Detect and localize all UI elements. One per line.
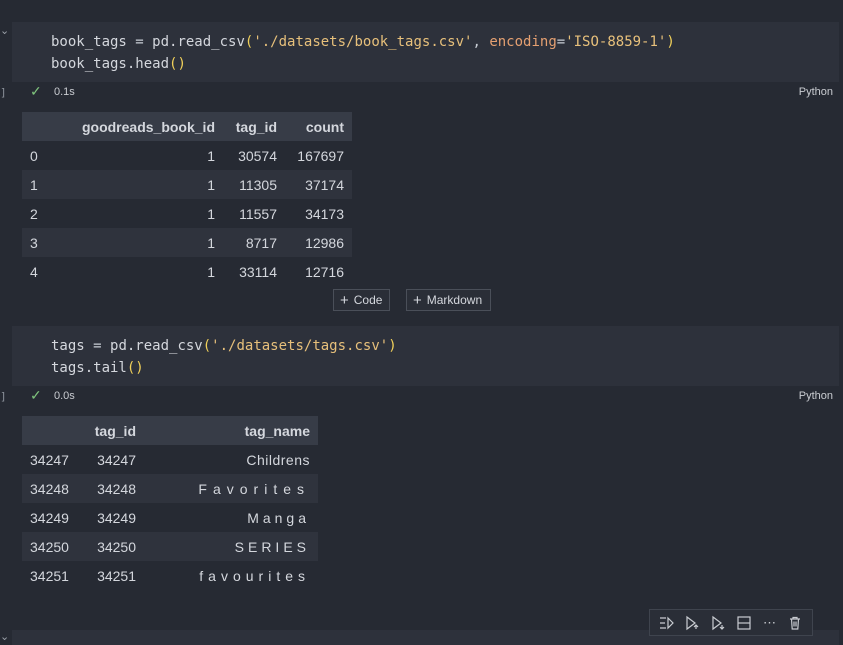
table-row: 1 1 11305 37174	[22, 170, 352, 199]
table-row: 34249 34249 Manga	[22, 503, 318, 532]
more-icon[interactable]: ⋯	[760, 614, 778, 632]
delete-icon[interactable]	[786, 614, 804, 632]
index-header	[22, 416, 83, 445]
collapse-chevron-icon[interactable]: ⌄	[0, 630, 9, 643]
code-cell-1[interactable]: book_tags = pd.read_csv('./datasets/book…	[12, 22, 839, 82]
table-row: 34250 34250 SERIES	[22, 532, 318, 561]
table-row: 34251 34251 favourites	[22, 561, 318, 590]
column-header: count	[305, 118, 344, 135]
code-line: tags.tail()	[51, 360, 144, 376]
language-label[interactable]: Python	[799, 390, 833, 402]
run-below-icon[interactable]	[683, 614, 701, 632]
cell-status-row: ✓ 0.0s Python	[12, 386, 839, 408]
add-code-cell-button[interactable]: + Code	[333, 289, 390, 311]
code-line: book_tags = pd.read_csv('./datasets/book…	[51, 34, 675, 50]
split-cell-icon[interactable]	[735, 614, 753, 632]
table-row: 2 1 11557 34173	[22, 199, 352, 228]
add-markdown-label: Markdown	[426, 293, 483, 307]
execution-time: 0.0s	[54, 390, 75, 402]
code-cell-2[interactable]: tags = pd.read_csv('./datasets/tags.csv'…	[12, 326, 839, 386]
table-row: 0 1 30574 167697	[22, 141, 352, 170]
plus-icon: +	[340, 291, 349, 309]
language-label[interactable]: Python	[799, 86, 833, 98]
execution-bracket: ]	[0, 86, 7, 99]
code-line: book_tags.head()	[51, 56, 186, 72]
column-header: tag_id	[235, 118, 277, 135]
column-header: goodreads_book_id	[81, 118, 215, 135]
success-check-icon: ✓	[30, 387, 42, 403]
dataframe-output: goodreads_book_id tag_id count 0 1 30574 16…	[22, 112, 352, 286]
table-row: 34247 34247 Childrens	[22, 445, 318, 474]
cell-toolbar: ⋯	[649, 609, 813, 636]
table-row: 34248 34248 Favorites	[22, 474, 318, 503]
execution-time: 0.1s	[54, 86, 75, 98]
column-header: tag_name	[244, 422, 310, 439]
run-cell-icon[interactable]	[709, 614, 727, 632]
column-header: tag_id	[94, 422, 136, 439]
cell-status-row: ✓ 0.1s Python	[12, 82, 839, 104]
code-line: tags = pd.read_csv('./datasets/tags.csv'…	[51, 338, 397, 354]
table-row: 3 1 8717 12986	[22, 228, 352, 257]
dataframe-output: tag_id tag_name 34247 34247 Childrens 3424…	[22, 416, 318, 590]
add-code-label: Code	[353, 293, 383, 307]
table-row: 4 1 33114 12716	[22, 257, 352, 286]
collapse-chevron-icon[interactable]: ⌄	[0, 24, 9, 37]
execution-bracket: ]	[0, 390, 7, 403]
add-markdown-cell-button[interactable]: + Markdown	[406, 289, 491, 311]
index-header	[22, 112, 55, 141]
plus-icon: +	[413, 291, 422, 309]
run-above-icon[interactable]	[658, 614, 676, 632]
success-check-icon: ✓	[30, 83, 42, 99]
